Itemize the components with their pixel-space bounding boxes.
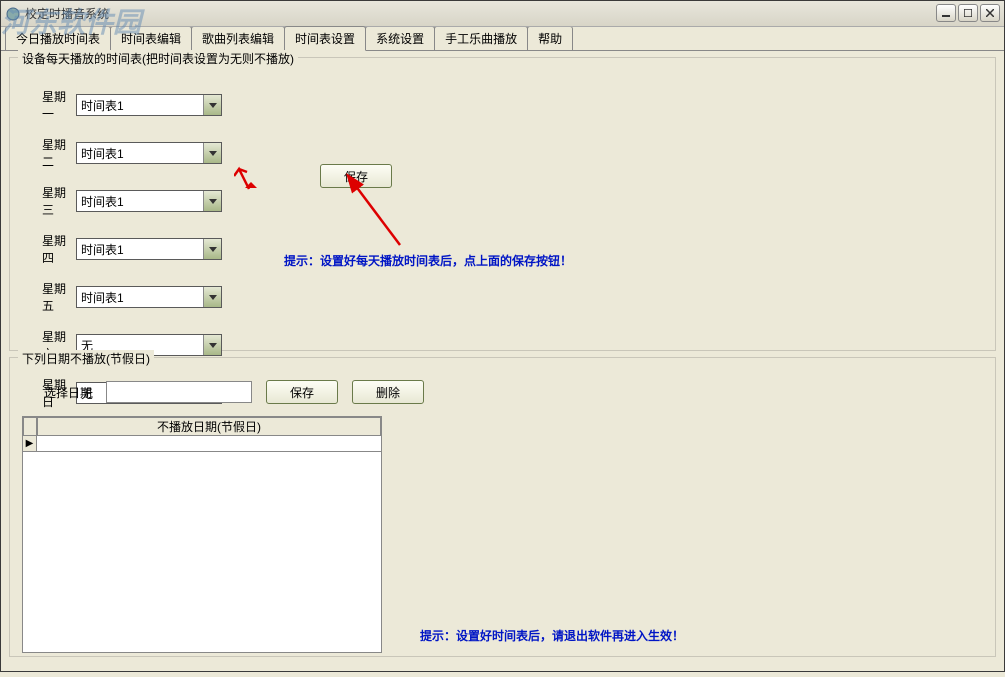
tab-song-list-edit[interactable]: 歌曲列表编辑 [191,26,285,50]
hint-restart: 提示：设置好时间表后，请退出软件再进入生效！ [420,627,684,644]
thursday-value: 时间表1 [81,241,124,258]
wednesday-combo[interactable]: 时间表1 [76,190,222,212]
daily-schedule-group: 设备每天播放的时间表(把时间表设置为无则不播放) 星期一 时间表1 星期二 时间… [9,57,996,351]
close-button[interactable] [980,4,1000,22]
row-indicator-icon: ▶ [23,436,37,452]
tuesday-combo[interactable]: 时间表1 [76,142,222,164]
tab-help[interactable]: 帮助 [527,26,573,50]
holiday-group-title: 下列日期不播放(节假日) [18,350,154,367]
monday-label: 星期一 [20,88,76,122]
monday-value: 时间表1 [81,97,124,114]
tab-manual-play[interactable]: 手工乐曲播放 [434,26,528,50]
chevron-down-icon[interactable] [203,143,221,163]
save-schedule-button[interactable]: 保存 [320,164,392,188]
titlebar: 校定时播音系统 [1,1,1004,27]
thursday-label: 星期四 [20,232,76,266]
wednesday-value: 时间表1 [81,193,124,210]
table-corner [23,417,37,436]
table-row[interactable] [37,436,381,452]
minimize-button[interactable] [936,4,956,22]
chevron-down-icon[interactable] [203,335,221,355]
tab-bar: 今日播放时间表 时间表编辑 歌曲列表编辑 时间表设置 系统设置 手工乐曲播放 帮… [1,27,1004,51]
window-title: 校定时播音系统 [25,5,109,22]
select-date-input[interactable] [106,381,252,403]
daily-schedule-title: 设备每天播放的时间表(把时间表设置为无则不播放) [18,50,298,67]
hint-save-schedule: 提示：设置好每天播放时间表后，点上面的保存按钮！ [284,252,572,269]
holiday-save-button[interactable]: 保存 [266,380,338,404]
holiday-delete-button[interactable]: 删除 [352,380,424,404]
wednesday-label: 星期三 [20,184,76,218]
friday-combo[interactable]: 时间表1 [76,286,222,308]
holiday-group: 下列日期不播放(节假日) 选择日期 保存 删除 不播放日期(节假日) ▶ [9,357,996,657]
tab-schedule-settings[interactable]: 时间表设置 [284,26,366,51]
monday-combo[interactable]: 时间表1 [76,94,222,116]
tab-schedule-edit[interactable]: 时间表编辑 [110,26,192,50]
tuesday-value: 时间表1 [81,145,124,162]
friday-label: 星期五 [20,280,76,314]
chevron-down-icon[interactable] [203,95,221,115]
tuesday-label: 星期二 [20,136,76,170]
app-icon [5,6,21,22]
maximize-button[interactable] [958,4,978,22]
holiday-table[interactable]: 不播放日期(节假日) ▶ [22,416,382,653]
chevron-down-icon[interactable] [203,287,221,307]
chevron-down-icon[interactable] [203,239,221,259]
select-date-label: 选择日期 [44,384,92,401]
holiday-table-header: 不播放日期(节假日) [37,417,381,436]
friday-value: 时间表1 [81,289,124,306]
thursday-combo[interactable]: 时间表1 [76,238,222,260]
tab-today-schedule[interactable]: 今日播放时间表 [5,26,111,50]
tab-system-settings[interactable]: 系统设置 [365,26,435,50]
chevron-down-icon[interactable] [203,191,221,211]
